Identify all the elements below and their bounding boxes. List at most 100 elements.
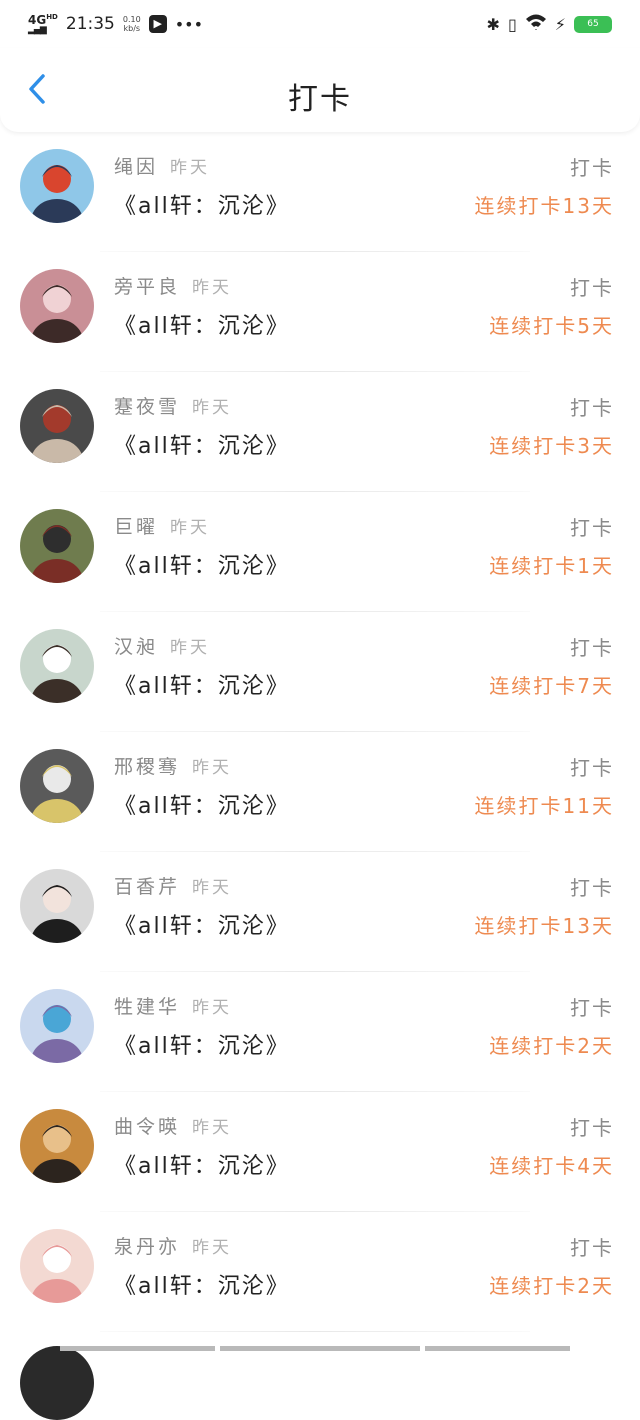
wifi-icon [525, 13, 547, 35]
list-item[interactable]: 曲令暎 昨天《all轩：沉沦》 打卡连续打卡4天 [0, 1092, 640, 1212]
book-title[interactable]: 《all轩：沉沦》 [114, 1028, 290, 1060]
checkin-time: 昨天 [192, 398, 233, 418]
avatar[interactable] [20, 149, 94, 223]
list-item[interactable]: 绳因 昨天 《all轩：沉沦》 打卡 连续打卡13天 [0, 132, 640, 252]
top-nav-bar: 打卡 [0, 48, 640, 132]
list-item[interactable]: 巨曜 昨天《all轩：沉沦》 打卡连续打卡1天 [0, 492, 640, 612]
list-item[interactable]: 邢稷骞 昨天 《all轩：沉沦》 打卡 连续打卡11天 [0, 732, 640, 852]
avatar[interactable] [20, 989, 94, 1063]
user-name[interactable]: 牲建华 [114, 996, 180, 1018]
avatar[interactable] [20, 269, 94, 343]
battery-level: 65 [587, 19, 599, 29]
checkin-label: 打卡 [570, 756, 614, 780]
book-title[interactable]: 《all轩：沉沦》 [114, 548, 290, 580]
avatar [20, 1346, 94, 1420]
user-name[interactable]: 汉昶 [114, 636, 158, 658]
user-name-line: 绳因 昨天 [114, 152, 210, 179]
list-item[interactable]: 牲建华 昨天《all轩：沉沦》 打卡连续打卡2天 [0, 972, 640, 1092]
user-name-line: 汉昶 昨天 [114, 632, 210, 659]
book-title[interactable]: 《all轩：沉沦》 [114, 1148, 290, 1180]
net-speed-unit: kb/s [123, 24, 141, 33]
user-name-line: 曲令暎 昨天 [114, 1112, 232, 1139]
list-item[interactable]: 百香芹 昨天《all轩：沉沦》 打卡连续打卡13天 [0, 852, 640, 972]
streak-count: 连续打卡1天 [489, 554, 614, 578]
avatar[interactable] [20, 629, 94, 703]
list-item[interactable]: 蹇夜雪 昨天 《all轩：沉沦》 打卡 连续打卡3天 [0, 372, 640, 492]
book-title[interactable]: 《all轩：沉沦》 [114, 668, 290, 700]
bluetooth-icon: ✱ [486, 14, 500, 34]
user-name-line: 旁平良 昨天 [114, 272, 232, 299]
streak-count: 连续打卡7天 [489, 674, 614, 698]
streak-count: 连续打卡5天 [489, 314, 614, 338]
network-indicator: 4GHD ▂▄▆ [28, 12, 58, 35]
avatar[interactable] [20, 749, 94, 823]
signal-icon: ▂▄▆ [28, 24, 47, 35]
checkin-label: 打卡 [570, 396, 614, 420]
checkin-time: 昨天 [170, 518, 211, 538]
loading-placeholder [60, 1346, 215, 1351]
user-name-line: 蹇夜雪 昨天 [114, 392, 232, 419]
partial-list-item [0, 1332, 640, 1420]
checkin-time: 昨天 [170, 638, 211, 658]
list-item[interactable]: 旁平良 昨天《all轩：沉沦》 打卡连续打卡5天 [0, 252, 640, 372]
checkin-label: 打卡 [570, 1116, 614, 1140]
user-name[interactable]: 旁平良 [114, 276, 180, 298]
user-name[interactable]: 邢稷骞 [114, 756, 180, 778]
book-title[interactable]: 《all轩：沉沦》 [114, 308, 290, 340]
charging-icon: ⚡ [554, 14, 566, 34]
user-name[interactable]: 泉丹亦 [114, 1236, 180, 1258]
user-name[interactable]: 蹇夜雪 [114, 396, 180, 418]
status-bar: 4GHD ▂▄▆ 21:35 0.10 kb/s ▶ ••• ✱ ▯ ⚡ 65 [0, 0, 640, 48]
checkin-time: 昨天 [192, 1238, 233, 1258]
checkin-label: 打卡 [570, 516, 614, 540]
checkin-label: 打卡 [570, 636, 614, 660]
checkin-time: 昨天 [192, 758, 233, 778]
user-name-line: 邢稷骞 昨天 [114, 752, 232, 779]
checkin-time: 昨天 [192, 1118, 233, 1138]
user-name[interactable]: 曲令暎 [114, 1116, 180, 1138]
clock: 21:35 [65, 14, 115, 34]
status-left: 4GHD ▂▄▆ 21:35 0.10 kb/s ▶ ••• [28, 12, 203, 35]
avatar[interactable] [20, 1229, 94, 1303]
battery-icon: 65 [574, 15, 612, 33]
user-name[interactable]: 百香芹 [114, 876, 180, 898]
user-name-line: 百香芹 昨天 [114, 872, 232, 899]
checkin-time: 昨天 [192, 998, 233, 1018]
checkin-time: 昨天 [192, 278, 233, 298]
loading-placeholder [220, 1346, 420, 1351]
avatar[interactable] [20, 389, 94, 463]
avatar[interactable] [20, 509, 94, 583]
checkin-label: 打卡 [570, 1236, 614, 1260]
book-title[interactable]: 《all轩：沉沦》 [114, 1268, 290, 1300]
user-name[interactable]: 绳因 [114, 156, 158, 178]
checkin-label: 打卡 [570, 996, 614, 1020]
user-name-line: 巨曜 昨天 [114, 512, 210, 539]
net-speed: 0.10 kb/s [123, 15, 141, 33]
checkin-label: 打卡 [570, 156, 614, 180]
list-item[interactable]: 汉昶 昨天《all轩：沉沦》 打卡连续打卡7天 [0, 612, 640, 732]
streak-count: 连续打卡13天 [474, 914, 614, 938]
loading-placeholder [425, 1346, 570, 1351]
checkin-label: 打卡 [570, 876, 614, 900]
user-name[interactable]: 巨曜 [114, 516, 158, 538]
vibrate-icon: ▯ [507, 14, 517, 34]
book-title[interactable]: 《all轩：沉沦》 [114, 908, 290, 940]
book-title[interactable]: 《all轩：沉沦》 [114, 428, 290, 460]
more-notifications-icon: ••• [174, 14, 203, 34]
avatar[interactable] [20, 1109, 94, 1183]
user-name-line: 泉丹亦 昨天 [114, 1232, 232, 1259]
streak-count: 连续打卡4天 [489, 1154, 614, 1178]
network-hd: HD [46, 12, 58, 21]
page-title: 打卡 [288, 82, 352, 117]
checkin-label: 打卡 [570, 276, 614, 300]
streak-count: 连续打卡2天 [489, 1274, 614, 1298]
net-speed-value: 0.10 [122, 15, 141, 24]
streak-count: 连续打卡2天 [489, 1034, 614, 1058]
book-title[interactable]: 《all轩：沉沦》 [114, 788, 290, 820]
status-right: ✱ ▯ ⚡ 65 [487, 13, 612, 35]
list-item[interactable]: 泉丹亦 昨天《all轩：沉沦》 打卡连续打卡2天 [0, 1212, 640, 1332]
book-title[interactable]: 《all轩：沉沦》 [114, 188, 290, 220]
checkin-list: 绳因 昨天 《all轩：沉沦》 打卡 连续打卡13天 旁平良 昨天 《all轩：沉沦》 打卡 连续… [0, 132, 640, 1332]
avatar[interactable] [20, 869, 94, 943]
checkin-time: 昨天 [170, 158, 211, 178]
